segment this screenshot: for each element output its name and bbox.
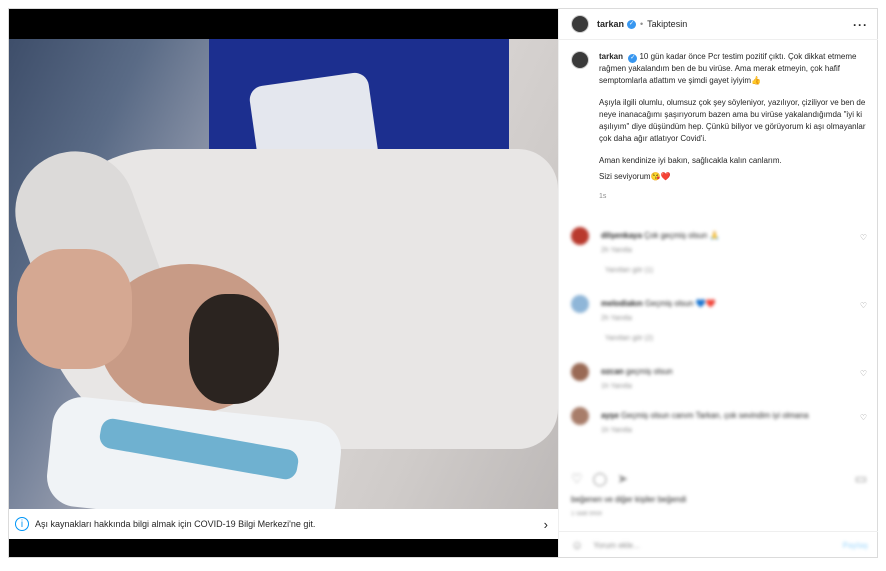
- comment-item: dilşenkaya Çok geçmiş olsun 🙏 2h Yanıtla…: [571, 221, 867, 289]
- info-icon: i: [15, 517, 29, 531]
- view-replies[interactable]: Yanıtları gör (1): [605, 267, 653, 274]
- separator-dot: •: [640, 19, 644, 29]
- caption-avatar[interactable]: [571, 51, 589, 69]
- comment-meta[interactable]: 1h Yanıtla: [601, 427, 632, 434]
- like-comment-icon[interactable]: ♡: [860, 233, 867, 242]
- comment-avatar[interactable]: [571, 227, 589, 245]
- caption-paragraph-4: Sizi seviyorum😘❤️: [599, 172, 671, 181]
- comment-text: Geçmiş olsun canım Tarkan, çok sevindim …: [621, 411, 809, 420]
- more-dots-icon[interactable]: ···: [853, 18, 868, 32]
- avatar[interactable]: [571, 15, 589, 33]
- comment-meta[interactable]: 2h Yanıtla: [601, 247, 632, 254]
- comment-item: ozcan geçmiş olsun 1h Yanıtla ♡: [571, 357, 867, 401]
- comment-username[interactable]: melodiakın: [601, 299, 643, 308]
- add-comment-bar: ☺ Yorum ekle... Paylaş: [559, 531, 878, 558]
- caption-paragraph-2: Aşıyla ilgili olumlu, olumsuz çok şey sö…: [599, 98, 866, 143]
- covid-info-bar[interactable]: i Aşı kaynakları hakkında bilgi almak iç…: [9, 509, 558, 539]
- comment-text: geçmiş olsun: [625, 367, 673, 376]
- like-comment-icon[interactable]: ♡: [860, 369, 867, 378]
- comment-item: melodiakın Geçmiş olsun 💙❤️ 2h Yanıtla Y…: [571, 289, 867, 357]
- media-column: i Aşı kaynakları hakkında bilgi almak iç…: [9, 9, 558, 557]
- post-timestamp: 1 saat önce: [571, 511, 603, 517]
- verified-badge-icon: ✓: [627, 19, 637, 29]
- view-replies[interactable]: Yanıtları gör (2): [605, 335, 653, 342]
- comment-username[interactable]: dilşenkaya: [601, 231, 642, 240]
- comment-item: ayşe Geçmiş olsun canım Tarkan, çok sevi…: [571, 401, 867, 445]
- covid-info-text: Aşı kaynakları hakkında bilgi almak için…: [35, 519, 316, 529]
- comment-list: dilşenkaya Çok geçmiş olsun 🙏 2h Yanıtla…: [571, 221, 867, 445]
- comment-input[interactable]: Yorum ekle...: [593, 541, 639, 550]
- likes-count[interactable]: beğenen ve diğer kişiler beğendi: [571, 495, 686, 504]
- comment-username[interactable]: ozcan: [601, 367, 624, 376]
- like-comment-icon[interactable]: ♡: [860, 301, 867, 310]
- comment-icon[interactable]: ◯: [593, 471, 608, 487]
- caption-paragraph-1: 10 gün kadar önce Pcr testim pozitif çık…: [599, 52, 857, 85]
- share-icon[interactable]: ➤: [617, 471, 628, 487]
- emoji-icon[interactable]: ☺: [571, 538, 583, 552]
- post-sidebar: tarkan ✓ • Takiptesin ··· tarkan ✓ 10 gü…: [558, 9, 878, 557]
- post-frame: i Aşı kaynakları hakkında bilgi almak iç…: [8, 8, 878, 558]
- comment-avatar[interactable]: [571, 407, 589, 425]
- follow-status[interactable]: Takiptesin: [647, 19, 687, 29]
- comment-avatar[interactable]: [571, 295, 589, 313]
- comment-text: Çok geçmiş olsun 🙏: [644, 231, 720, 240]
- post-photo[interactable]: [9, 39, 558, 509]
- caption-username[interactable]: tarkan: [599, 52, 623, 61]
- comment-username[interactable]: ayşe: [601, 411, 619, 420]
- post-comment-button[interactable]: Paylaş: [843, 541, 868, 550]
- username-link[interactable]: tarkan: [597, 19, 624, 29]
- caption: tarkan ✓ 10 gün kadar önce Pcr testim po…: [571, 51, 867, 203]
- bookmark-icon[interactable]: ▭: [855, 471, 867, 487]
- verified-badge-icon: ✓: [628, 54, 638, 63]
- comment-meta[interactable]: 2h Yanıtla: [601, 315, 632, 322]
- comment-meta[interactable]: 1h Yanıtla: [601, 383, 632, 390]
- action-bar: ♡ ◯ ➤ ▭: [571, 467, 867, 491]
- caption-paragraph-3: Aman kendinize iyi bakın, sağlıcakla kal…: [599, 156, 782, 165]
- like-comment-icon[interactable]: ♡: [860, 413, 867, 422]
- caption-time: 1s: [599, 193, 607, 200]
- comment-text: Geçmiş olsun 💙❤️: [645, 299, 716, 308]
- post-header: tarkan ✓ • Takiptesin ···: [559, 9, 878, 40]
- chevron-right-icon[interactable]: ›: [544, 517, 548, 532]
- heart-icon[interactable]: ♡: [571, 471, 583, 487]
- comment-avatar[interactable]: [571, 363, 589, 381]
